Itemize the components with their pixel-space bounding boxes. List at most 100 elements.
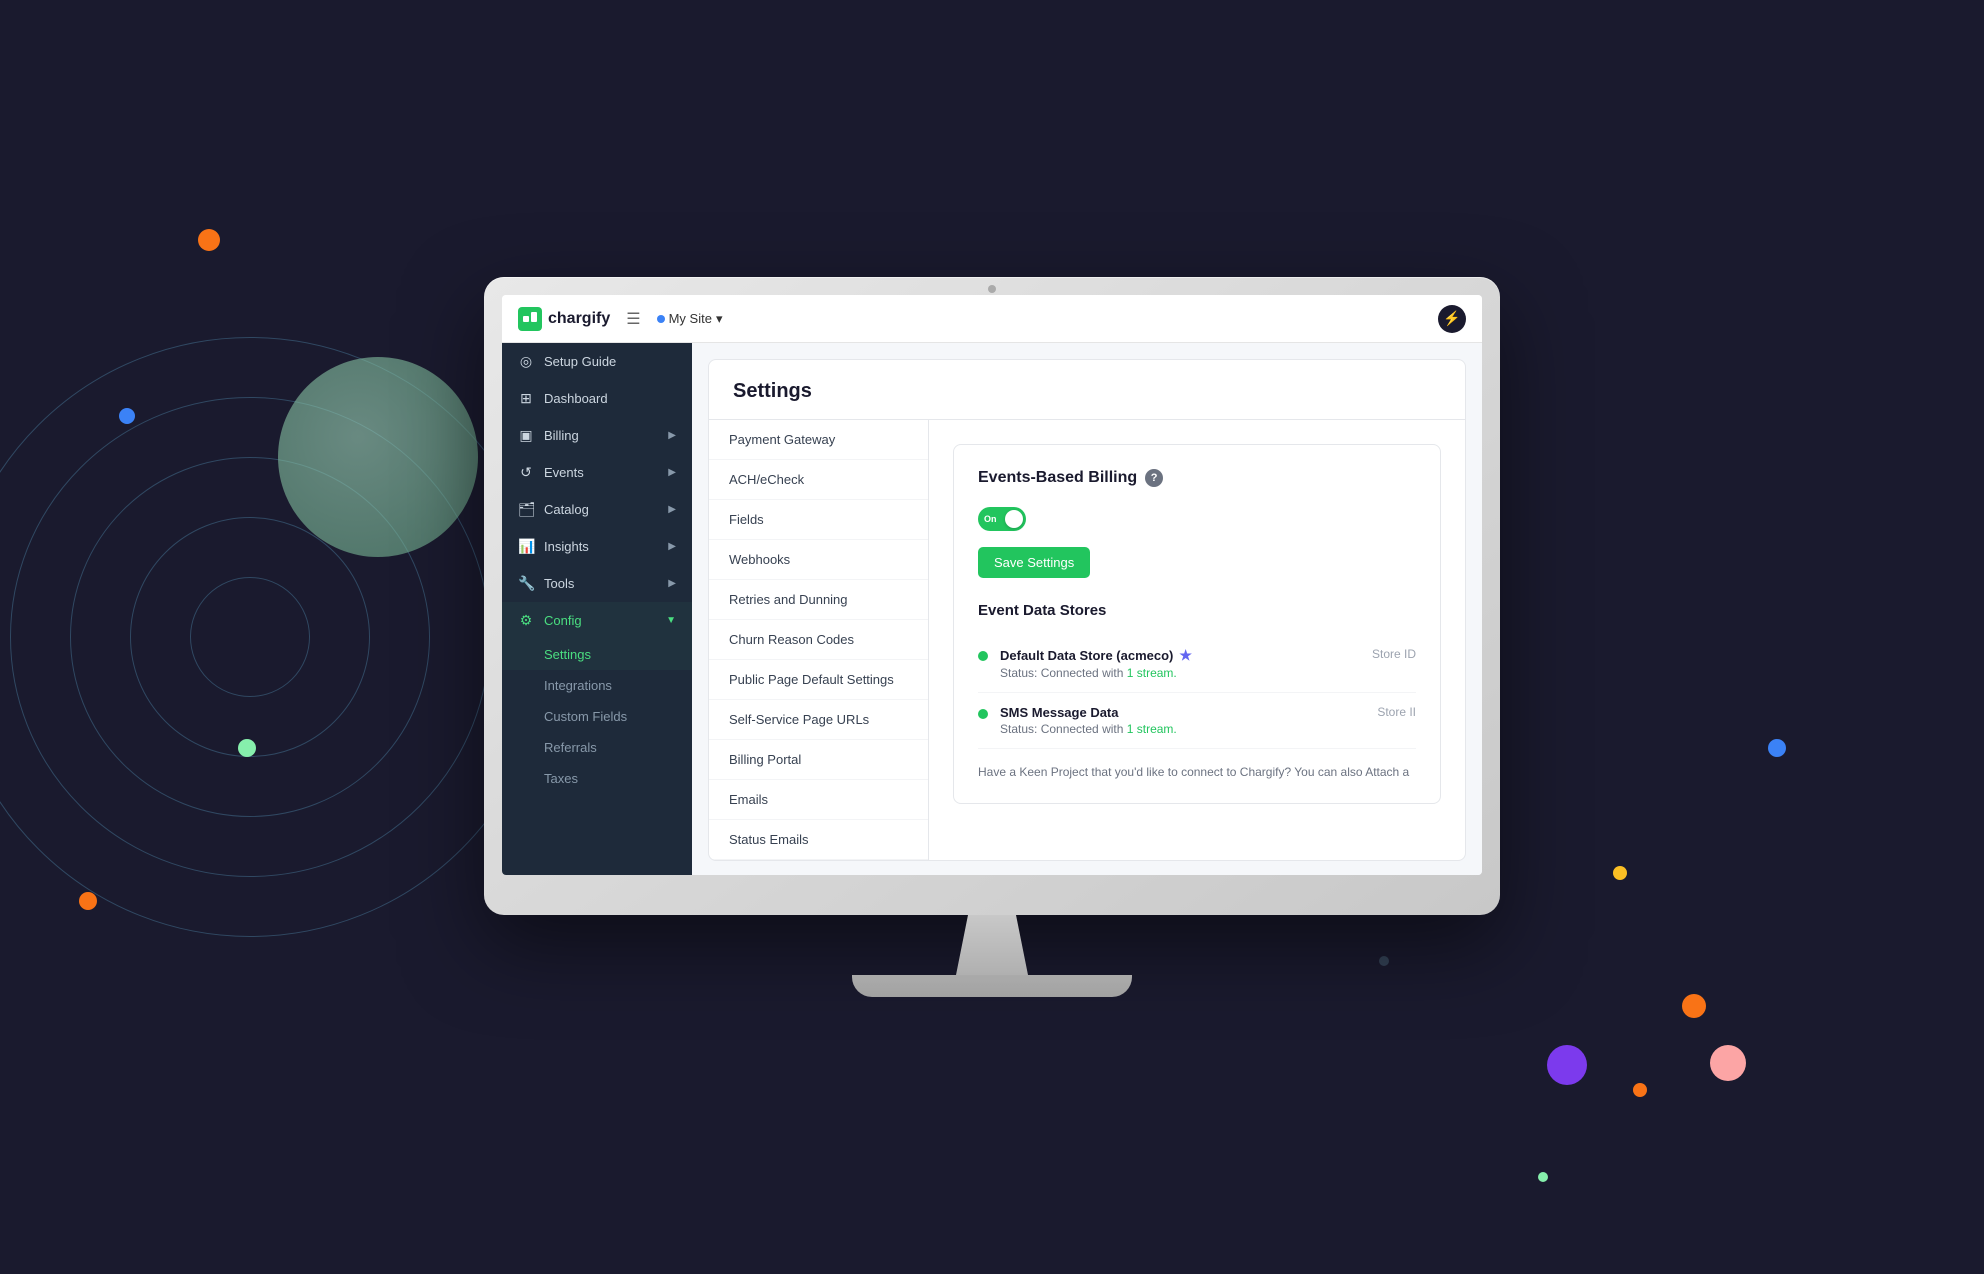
circle-ring-2 <box>10 397 490 877</box>
sidebar-sub-item-referrals[interactable]: Referrals <box>502 732 692 763</box>
settings-nav-label-status-emails: Status Emails <box>729 832 808 847</box>
settings-nav-label-self-service: Self-Service Page URLs <box>729 712 869 727</box>
settings-page-title: Settings <box>709 360 1465 420</box>
events-billing-title: Events-Based Billing ? <box>978 469 1416 487</box>
sidebar-sub-label-custom-fields: Custom Fields <box>544 709 627 724</box>
save-settings-button[interactable]: Save Settings <box>978 547 1090 578</box>
store-stream-link-sms[interactable]: 1 stream. <box>1127 722 1177 736</box>
dot-orange-2 <box>79 892 97 910</box>
settings-nav-label-churn: Churn Reason Codes <box>729 632 854 647</box>
store-id-sms: Store II <box>1377 705 1416 719</box>
sidebar-item-insights[interactable]: 📊 Insights ▶ <box>502 528 692 565</box>
sidebar-sub-item-settings[interactable]: Settings <box>502 639 692 670</box>
dot-green-2 <box>1538 1172 1548 1182</box>
settings-nav-payment-gateway[interactable]: Payment Gateway <box>709 420 928 460</box>
settings-nav-churn[interactable]: Churn Reason Codes <box>709 620 928 660</box>
sidebar-item-config[interactable]: ⚙ Config ▼ <box>502 602 692 639</box>
settings-nav-webhooks[interactable]: Webhooks <box>709 540 928 580</box>
dot-yellow-1 <box>1613 866 1627 880</box>
settings-nav-ach-echeck[interactable]: ACH/eCheck <box>709 460 928 500</box>
sidebar-sub-item-custom-fields[interactable]: Custom Fields <box>502 701 692 732</box>
store-status-default: Status: Connected with 1 stream. <box>1000 666 1360 680</box>
app-body: ◎ Setup Guide ⊞ Dashboard ▣ Billing ▶ ↺ <box>502 343 1482 875</box>
settings-nav-label-webhooks: Webhooks <box>729 552 790 567</box>
store-info-default: Default Data Store (acmeco) ★ Status: Co… <box>1000 647 1360 680</box>
events-billing-toggle[interactable]: On <box>978 507 1026 531</box>
circle-ring-1 <box>0 337 550 937</box>
sidebar-sub-item-taxes[interactable]: Taxes <box>502 763 692 794</box>
sidebar-item-label-insights: Insights <box>544 539 589 554</box>
logo-icon <box>518 307 542 331</box>
monitor-stand-base <box>852 975 1132 997</box>
event-data-stores-title: Event Data Stores <box>978 602 1416 619</box>
dot-orange-1 <box>198 229 220 251</box>
sidebar-item-setup-guide[interactable]: ◎ Setup Guide <box>502 343 692 380</box>
notifications-button[interactable]: ⚡ <box>1438 305 1466 333</box>
sidebar-item-dashboard[interactable]: ⊞ Dashboard <box>502 380 692 417</box>
settings-nav-status-emails[interactable]: Status Emails <box>709 820 928 860</box>
keen-note-text: Have a Keen Project that you'd like to c… <box>978 765 1409 779</box>
billing-chevron-icon: ▶ <box>668 430 676 441</box>
toggle-row: On <box>978 507 1416 531</box>
settings-nav-label-retries: Retries and Dunning <box>729 592 848 607</box>
sidebar-item-label-tools: Tools <box>544 576 574 591</box>
dot-green-1 <box>238 739 256 757</box>
events-chevron-icon: ▶ <box>668 467 676 478</box>
sidebar-item-billing[interactable]: ▣ Billing ▶ <box>502 417 692 454</box>
data-store-row-sms: SMS Message Data Status: Connected with … <box>978 693 1416 749</box>
sidebar-item-events[interactable]: ↺ Events ▶ <box>502 454 692 491</box>
settings-nav-label-public-page: Public Page Default Settings <box>729 672 894 687</box>
dot-orange-4 <box>1633 1083 1647 1097</box>
dashboard-icon: ⊞ <box>518 390 534 407</box>
billing-icon: ▣ <box>518 427 534 444</box>
settings-nav-retries[interactable]: Retries and Dunning <box>709 580 928 620</box>
sidebar-item-label-billing: Billing <box>544 428 579 443</box>
settings-nav-label-billing-portal: Billing Portal <box>729 752 801 767</box>
monitor-shell: chargify ☰ My Site ▾ ⚡ ◎ Setup Guide <box>484 277 1500 915</box>
dot-blue-1 <box>119 408 135 424</box>
site-indicator-dot <box>657 315 665 323</box>
store-name-text-sms: SMS Message Data <box>1000 705 1119 720</box>
toggle-on-label: On <box>984 514 997 524</box>
site-selector[interactable]: My Site ▾ <box>657 311 723 327</box>
sidebar-item-label-setup-guide: Setup Guide <box>544 354 616 369</box>
settings-nav-emails[interactable]: Emails <box>709 780 928 820</box>
screen: chargify ☰ My Site ▾ ⚡ ◎ Setup Guide <box>502 295 1482 875</box>
dot-orange-3 <box>1682 994 1706 1018</box>
settings-nav-billing-portal[interactable]: Billing Portal <box>709 740 928 780</box>
settings-nav-fields[interactable]: Fields <box>709 500 928 540</box>
setup-guide-icon: ◎ <box>518 353 534 370</box>
catalog-chevron-icon: ▶ <box>668 504 676 515</box>
events-billing-section: Events-Based Billing ? On <box>953 444 1441 804</box>
dot-purple-1 <box>1547 1045 1587 1085</box>
sidebar-item-label-config: Config <box>544 613 582 628</box>
catalog-icon: 🗂 <box>518 501 534 518</box>
dot-green-sphere <box>278 357 478 557</box>
store-name-text-default: Default Data Store (acmeco) <box>1000 648 1173 663</box>
hamburger-icon[interactable]: ☰ <box>626 309 640 329</box>
help-icon[interactable]: ? <box>1145 469 1163 487</box>
circle-ring-4 <box>130 517 370 757</box>
store-info-sms: SMS Message Data Status: Connected with … <box>1000 705 1365 736</box>
insights-icon: 📊 <box>518 538 534 555</box>
store-status-dot-default <box>978 651 988 661</box>
site-name: My Site <box>669 311 712 326</box>
circle-ring-3 <box>70 457 430 817</box>
tools-chevron-icon: ▶ <box>668 578 676 589</box>
sidebar-item-tools[interactable]: 🔧 Tools ▶ <box>502 565 692 602</box>
dot-pink-1 <box>1710 1045 1746 1081</box>
store-status-sms: Status: Connected with 1 stream. <box>1000 722 1365 736</box>
toggle-knob <box>1005 510 1023 528</box>
site-chevron-icon: ▾ <box>716 311 723 327</box>
settings-nav-public-page[interactable]: Public Page Default Settings <box>709 660 928 700</box>
sidebar-sub-item-integrations[interactable]: Integrations <box>502 670 692 701</box>
events-billing-title-text: Events-Based Billing <box>978 469 1137 487</box>
settings-nav: Payment Gateway ACH/eCheck Fields Webhoo… <box>709 420 929 860</box>
header-logo: chargify <box>518 307 610 331</box>
store-stream-link-default[interactable]: 1 stream. <box>1127 666 1177 680</box>
sidebar-item-label-catalog: Catalog <box>544 502 589 517</box>
sidebar-item-catalog[interactable]: 🗂 Catalog ▶ <box>502 491 692 528</box>
settings-nav-self-service[interactable]: Self-Service Page URLs <box>709 700 928 740</box>
monitor-stand-neck <box>952 915 1032 975</box>
circle-ring-5 <box>190 577 310 697</box>
